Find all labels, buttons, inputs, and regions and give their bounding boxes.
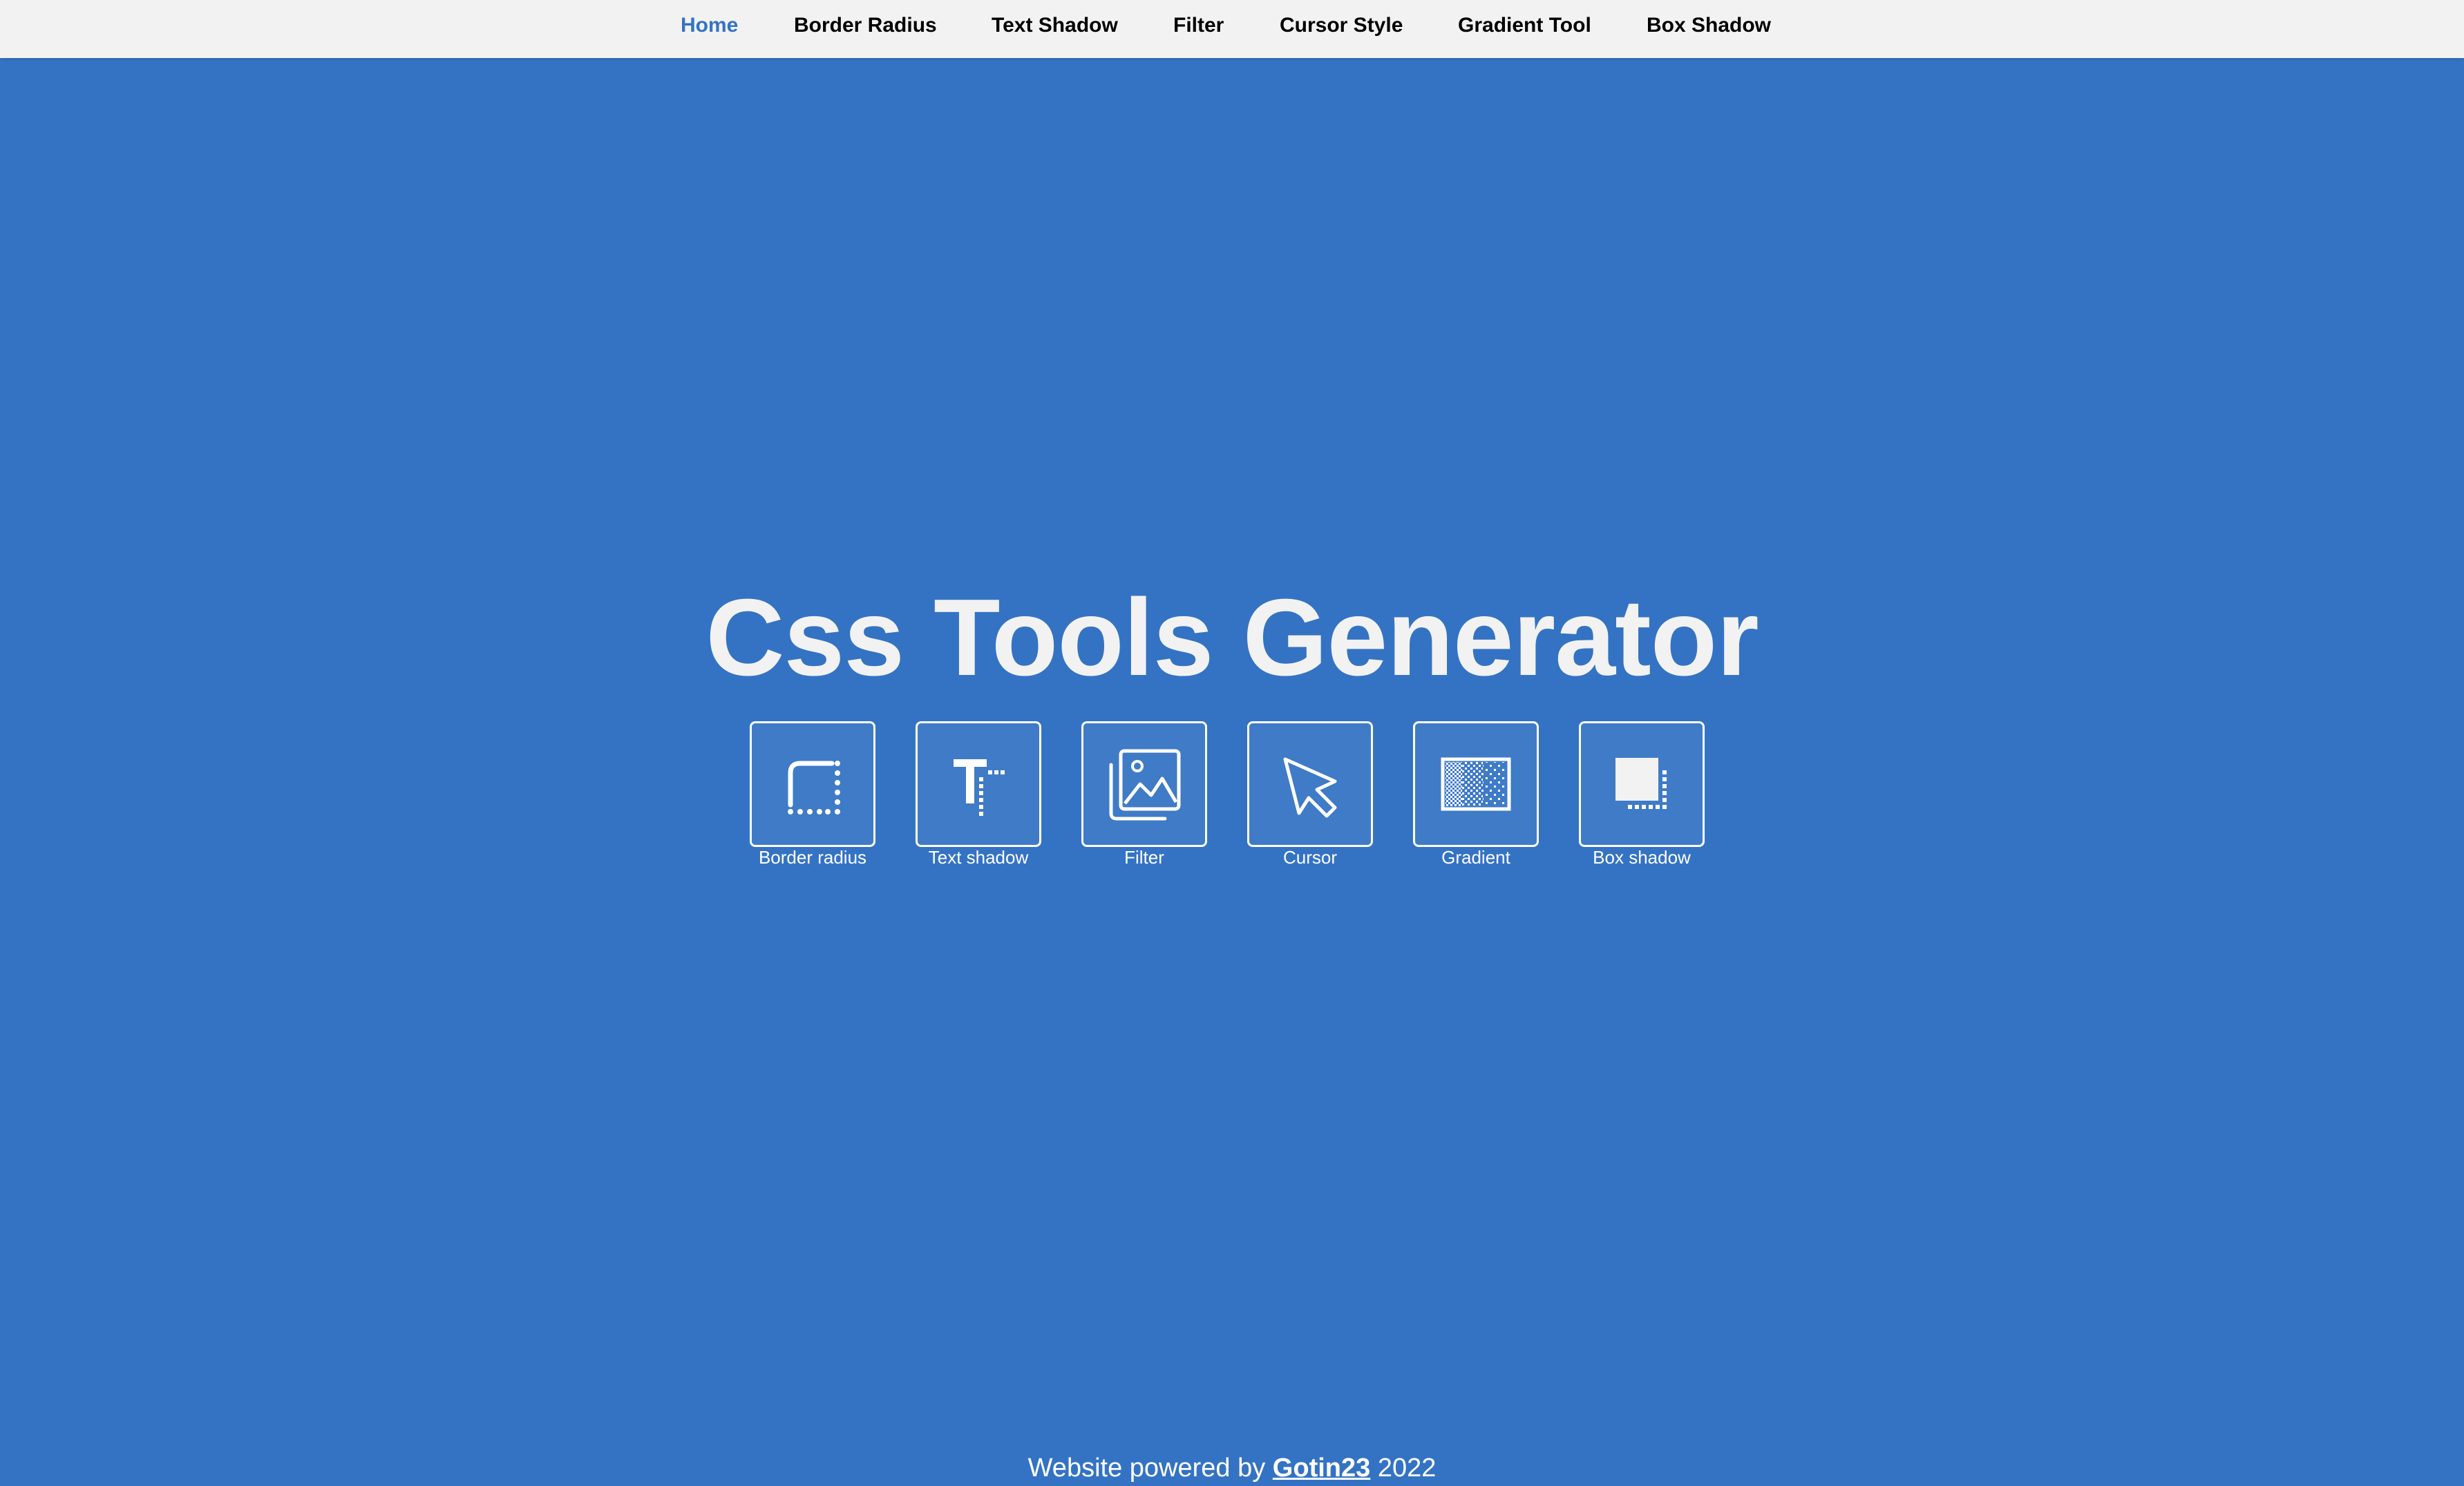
tool-gradient-box[interactable] <box>1413 721 1539 847</box>
tool-text-shadow[interactable]: Text shadow <box>916 721 1041 870</box>
tool-filter-box[interactable] <box>1081 721 1207 847</box>
tool-box-shadow[interactable]: Box shadow <box>1579 721 1705 870</box>
tool-cursor-label: Cursor <box>1282 847 1337 868</box>
nav-home[interactable]: Home <box>681 0 738 58</box>
tool-filter[interactable]: Filter <box>1081 721 1207 870</box>
tool-filter-label: Filter <box>1124 847 1164 868</box>
nav-filter[interactable]: Filter <box>1173 0 1224 58</box>
border-radius-icon <box>788 761 840 815</box>
box-shadow-icon <box>1615 758 1667 809</box>
nav-border-radius[interactable]: Border Radius <box>794 0 937 58</box>
tool-box-shadow-label: Box shadow <box>1593 847 1691 868</box>
footer-prefix: Website powered by <box>1027 1454 1266 1483</box>
tool-box-shadow-box[interactable] <box>1579 721 1705 847</box>
nav-gradient-tool[interactable]: Gradient Tool <box>1458 0 1591 58</box>
tool-text-shadow-box[interactable] <box>916 721 1041 847</box>
footer: Website powered by Gotin23 2022 <box>0 1454 2464 1483</box>
tool-gradient-label: Gradient <box>1441 847 1510 868</box>
nav-box-shadow[interactable]: Box Shadow <box>1647 0 1771 58</box>
top-navbar: Home Border Radius Text Shadow Filter Cu… <box>0 0 2464 58</box>
tool-border-radius-box[interactable] <box>750 721 875 847</box>
tool-text-shadow-label: Text shadow <box>928 847 1029 868</box>
tool-border-radius-label: Border radius <box>758 847 867 868</box>
image-filter-icon <box>1109 749 1181 821</box>
nav-text-shadow[interactable]: Text Shadow <box>992 0 1118 58</box>
footer-author-link[interactable]: Gotin23 <box>1273 1454 1370 1483</box>
page-title: Css Tools Generator <box>705 577 1759 698</box>
text-shadow-icon <box>954 759 1005 816</box>
tool-cursor[interactable]: Cursor <box>1247 721 1373 870</box>
footer-year: 2022 <box>1377 1454 1437 1483</box>
cursor-arrow-icon <box>1283 757 1337 818</box>
tool-cursor-box[interactable] <box>1247 721 1373 847</box>
gradient-icon <box>1441 757 1511 811</box>
tool-border-radius[interactable]: Border radius <box>750 721 875 870</box>
nav-cursor-style[interactable]: Cursor Style <box>1280 0 1403 58</box>
tool-gradient[interactable]: Gradient <box>1413 721 1539 870</box>
